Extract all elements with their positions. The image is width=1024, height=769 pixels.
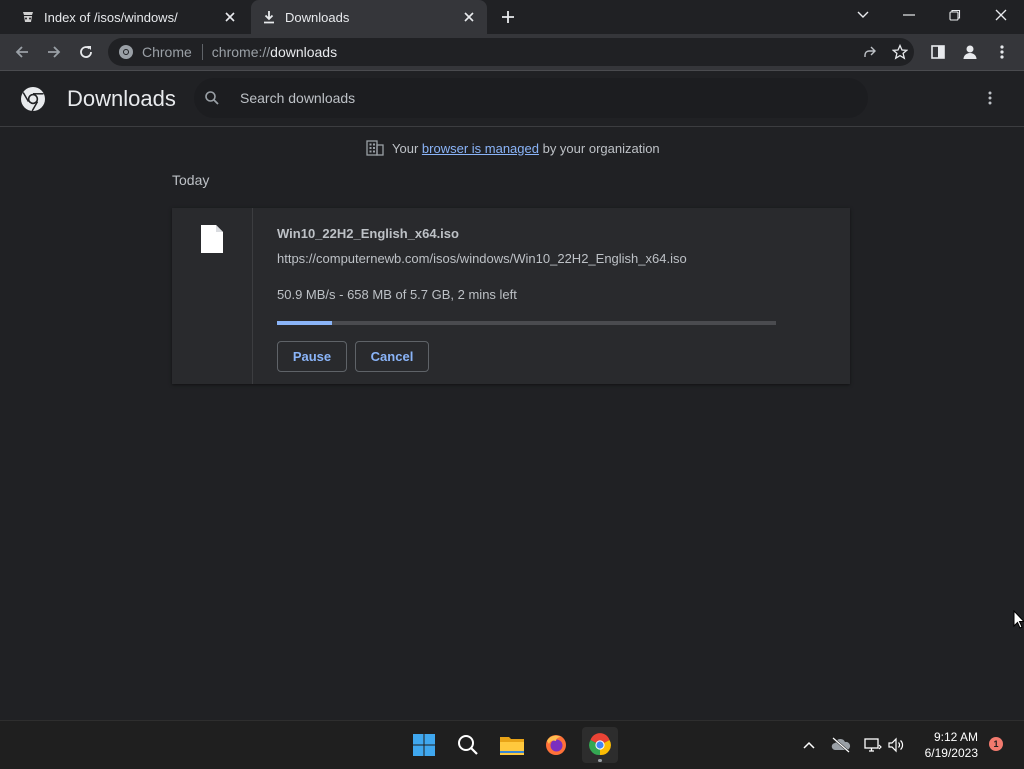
browser-toolbar: Chrome chrome://downloads bbox=[0, 34, 1024, 71]
progress-fill bbox=[277, 321, 332, 325]
onedrive-offline-icon[interactable] bbox=[831, 735, 851, 755]
file-icon-column bbox=[172, 208, 253, 384]
search-input[interactable] bbox=[238, 89, 802, 107]
building-icon bbox=[366, 140, 384, 156]
date-group-label: Today bbox=[172, 172, 210, 188]
new-tab-icon[interactable] bbox=[500, 9, 516, 25]
tab-index-isos[interactable]: Index of /isos/windows/ bbox=[0, 0, 248, 34]
clock-date: 6/19/2023 bbox=[924, 746, 978, 760]
managed-prefix: Your bbox=[392, 140, 419, 156]
address-bar[interactable]: Chrome chrome://downloads bbox=[108, 38, 914, 66]
close-icon[interactable] bbox=[222, 9, 238, 25]
mouse-cursor-icon bbox=[1013, 610, 1024, 630]
url-host: downloads bbox=[270, 44, 338, 60]
chrome-logo-icon bbox=[20, 86, 46, 112]
back-icon[interactable] bbox=[12, 42, 32, 62]
forward-icon[interactable] bbox=[44, 42, 64, 62]
chrome-menu-icon[interactable] bbox=[992, 42, 1012, 62]
search-taskbar-icon[interactable] bbox=[450, 727, 486, 763]
restore-icon[interactable] bbox=[932, 0, 978, 30]
chrome-taskbar-icon[interactable] bbox=[582, 727, 618, 763]
share-icon[interactable] bbox=[862, 44, 878, 60]
file-icon bbox=[200, 224, 224, 254]
site-name: Chrome bbox=[142, 44, 192, 60]
taskbar-clock[interactable]: 9:12 AM 6/19/2023 bbox=[912, 729, 978, 761]
notification-badge[interactable]: 1 bbox=[989, 737, 1003, 751]
search-downloads-field[interactable] bbox=[194, 78, 868, 118]
tab-strip: Index of /isos/windows/ Downloads bbox=[0, 0, 1024, 34]
tab-search-icon[interactable] bbox=[840, 0, 886, 30]
network-icon[interactable] bbox=[863, 735, 883, 755]
download-item: Win10_22H2_English_x64.iso https://compu… bbox=[172, 208, 850, 384]
managed-notice: Your browser is managed by your organiza… bbox=[366, 140, 660, 156]
file-name[interactable]: Win10_22H2_English_x64.iso bbox=[277, 226, 459, 241]
page-title: Downloads bbox=[67, 86, 176, 111]
url-scheme: chrome:// bbox=[211, 44, 271, 60]
clock-time: 9:12 AM bbox=[933, 730, 978, 744]
show-hidden-icons-icon[interactable] bbox=[799, 735, 819, 755]
volume-icon[interactable] bbox=[886, 735, 906, 755]
managed-suffix: by your organization bbox=[542, 140, 660, 156]
close-window-icon[interactable] bbox=[978, 0, 1024, 30]
bookmark-star-icon[interactable] bbox=[892, 44, 908, 60]
site-icon bbox=[20, 9, 36, 25]
file-explorer-icon[interactable] bbox=[494, 727, 530, 763]
running-indicator bbox=[598, 759, 602, 762]
minimize-icon[interactable] bbox=[886, 0, 932, 30]
reload-icon[interactable] bbox=[76, 42, 96, 62]
tab-downloads[interactable]: Downloads bbox=[251, 0, 487, 34]
more-actions-icon[interactable] bbox=[982, 88, 998, 108]
windows-taskbar: 9:12 AM 6/19/2023 bbox=[0, 720, 1024, 769]
pause-button[interactable]: Pause bbox=[277, 341, 347, 372]
tab-title: Downloads bbox=[285, 9, 350, 25]
file-url[interactable]: https://computernewb.com/isos/windows/Wi… bbox=[277, 251, 687, 266]
search-icon bbox=[204, 90, 220, 106]
chrome-site-icon bbox=[118, 44, 134, 60]
browser-managed-link[interactable]: browser is managed bbox=[422, 141, 539, 156]
close-icon[interactable] bbox=[461, 9, 477, 25]
cancel-button[interactable]: Cancel bbox=[355, 341, 429, 372]
download-icon bbox=[261, 9, 277, 25]
firefox-icon[interactable] bbox=[538, 727, 574, 763]
downloads-header: Downloads bbox=[0, 71, 1024, 127]
tab-title: Index of /isos/windows/ bbox=[44, 9, 178, 25]
side-panel-icon[interactable] bbox=[928, 42, 948, 62]
start-button-icon[interactable] bbox=[406, 727, 442, 763]
omnibox-divider bbox=[201, 44, 203, 60]
download-progress-bar bbox=[277, 321, 776, 325]
profile-icon[interactable] bbox=[960, 42, 980, 62]
download-status: 50.9 MB/s - 658 MB of 5.7 GB, 2 mins lef… bbox=[277, 287, 517, 302]
